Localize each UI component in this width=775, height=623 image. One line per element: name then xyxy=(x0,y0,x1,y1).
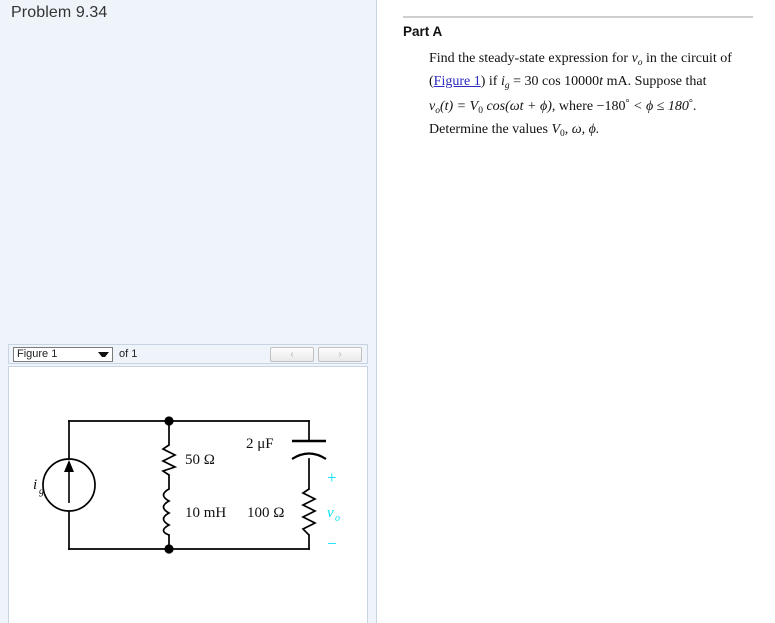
question-where: , where −180 xyxy=(551,99,626,114)
question-values: V xyxy=(551,121,561,137)
question-eq1: = 30 cos 10000 xyxy=(509,73,600,89)
svg-text:100 Ω: 100 Ω xyxy=(247,505,284,521)
svg-text:i: i xyxy=(33,477,37,493)
prev-figure-button[interactable]: ‹ xyxy=(270,346,314,362)
question-segment-2: in the circuit of xyxy=(642,51,732,66)
svg-text:10 mH: 10 mH xyxy=(185,505,226,521)
figure-select-value: Figure 1 xyxy=(17,348,58,360)
page-title: Problem 9.34 xyxy=(11,4,108,21)
question-period: . xyxy=(692,99,697,114)
question-range: < ϕ ≤ 180 xyxy=(629,99,689,114)
question-suppose: . Suppose that xyxy=(627,73,707,89)
figure-nav: ‹ › xyxy=(270,346,367,362)
figure-count-label: of 1 xyxy=(119,348,138,360)
chevron-down-icon xyxy=(98,351,109,357)
figure-panel: Problem 9.34 Figure 1 of 1 ‹ › i g 50 Ω … xyxy=(0,0,377,623)
question-segment-1: Find the steady-state expression for xyxy=(429,51,632,66)
circuit-diagram: i g 50 Ω 10 mH 2 μF 100 Ω + v o − xyxy=(33,416,340,554)
problem-panel: Part A Find the steady-state expression … xyxy=(377,0,775,623)
figure-container: i g 50 Ω 10 mH 2 μF 100 Ω + v o − xyxy=(8,366,368,623)
svg-text:50 Ω: 50 Ω xyxy=(185,452,215,468)
svg-text:g: g xyxy=(39,486,44,497)
section-divider xyxy=(403,16,753,18)
question-ma: mA xyxy=(603,73,628,89)
svg-text:+: + xyxy=(327,468,337,487)
figure-select[interactable]: Figure 1 xyxy=(13,346,113,362)
question-vot-arg: (t) = V xyxy=(439,99,479,114)
problem-page: Problem 9.34 Figure 1 of 1 ‹ › i g 50 Ω … xyxy=(0,0,775,623)
svg-text:o: o xyxy=(335,513,340,524)
svg-text:−: − xyxy=(327,534,337,553)
question-if: if xyxy=(485,73,501,89)
question-values-rest: , ω, ϕ. xyxy=(564,121,600,137)
svg-text:v: v xyxy=(327,505,334,521)
figure-toolbar: Figure 1 of 1 ‹ › xyxy=(8,344,368,364)
next-figure-button[interactable]: › xyxy=(318,346,362,362)
question-text: Find the steady-state expression for vo … xyxy=(429,51,732,139)
figure-link[interactable]: Figure 1 xyxy=(434,74,481,89)
svg-text:2 μF: 2 μF xyxy=(246,436,274,452)
part-heading: Part A xyxy=(403,24,443,39)
question-cos: cos(ωt + ϕ) xyxy=(482,99,552,114)
question-determine: Determine the values xyxy=(429,121,552,137)
